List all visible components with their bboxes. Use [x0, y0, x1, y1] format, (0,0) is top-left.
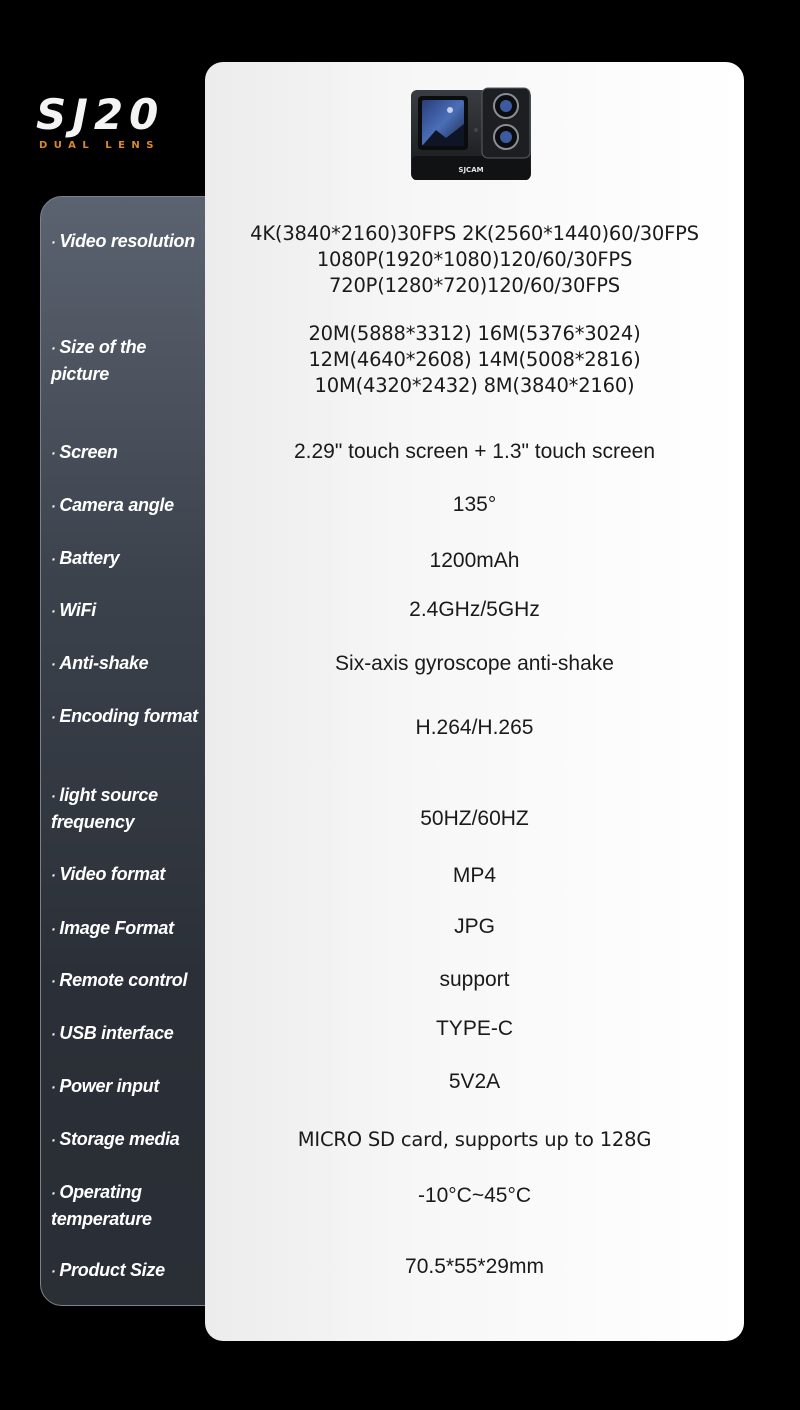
spec-value-wifi: 2.4GHz/5GHz: [409, 598, 540, 621]
spec-value-screen: 2.29" touch screen + 1.3" touch screen: [293, 440, 656, 463]
spec-value-image-format: JPG: [454, 915, 495, 938]
spec-value-remote-control: support: [439, 968, 510, 991]
spec-label-video-format: · Video format: [51, 864, 166, 884]
spec-sheet-page: SJ20 DUAL LENS SJCAM · Video resolution …: [0, 0, 800, 1410]
camera-brand-logo: SJCAM: [458, 166, 483, 174]
spec-value-anti-shake: Six-axis gyroscope anti-shake: [335, 652, 614, 675]
spec-value-picture-size-line1: 20M(5888*3312) 16M(5376*3024): [308, 322, 641, 345]
spec-value-video-format: MP4: [452, 864, 497, 887]
spec-label-remote-control: · Remote control: [51, 970, 188, 990]
model-tagline: DUAL LENS: [39, 140, 160, 151]
spec-value-operating-temperature: -10°C~45°C: [417, 1184, 532, 1207]
spec-label-usb-interface: · USB interface: [51, 1023, 174, 1043]
spec-label-battery: · Battery: [51, 548, 120, 568]
model-name: SJ20: [36, 90, 165, 139]
spec-value-video-resolution-line3: 720P(1280*720)120/60/30FPS: [329, 274, 620, 297]
spec-label-image-format: · Image Format: [51, 918, 174, 938]
spec-label-encoding-format: · Encoding format: [51, 706, 198, 726]
spec-label-picture-size: · Size of the picture: [51, 337, 147, 384]
spec-value-usb-interface: TYPE-C: [435, 1017, 513, 1040]
spec-label-power-input: · Power input: [51, 1076, 160, 1096]
spec-value-product-size: 70.5*55*29mm: [405, 1255, 544, 1278]
spec-value-battery: 1200mAh: [429, 549, 520, 572]
spec-label-light-source-frequency: · light source frequency: [51, 785, 158, 832]
spec-label-product-size: · Product Size: [51, 1260, 165, 1280]
spec-label-screen: · Screen: [51, 442, 118, 462]
spec-label-video-resolution: · Video resolution: [51, 231, 195, 251]
spec-value-picture-size-line2: 12M(4640*2608) 14M(5008*2816): [308, 348, 641, 371]
spec-value-picture-size-line3: 10M(4320*2432) 8M(3840*2160): [314, 374, 635, 397]
spec-value-light-source-frequency: 50HZ/60HZ: [420, 807, 529, 830]
spec-value-encoding-format: H.264/H.265: [415, 716, 534, 739]
brand-logo: SJ20 DUAL LENS: [36, 90, 186, 152]
spec-value-storage-media: MICRO SD card, supports up to 128G: [297, 1128, 652, 1151]
spec-label-wifi: · WiFi: [51, 600, 97, 620]
spec-value-power-input: 5V2A: [448, 1070, 501, 1093]
spec-label-operating-temperature: · Operating temperature: [51, 1182, 152, 1229]
spec-value-video-resolution-line1: 4K(3840*2160)30FPS 2K(2560*1440)60/30FPS: [250, 222, 699, 245]
spec-value-video-resolution-line2: 1080P(1920*1080)120/60/30FPS: [316, 248, 633, 271]
spec-label-storage-media: · Storage media: [51, 1129, 180, 1149]
camera-image: SJCAM: [411, 87, 531, 180]
spec-label-camera-angle: · Camera angle: [51, 495, 174, 515]
spec-value-camera-angle: 135°: [452, 493, 497, 516]
spec-label-anti-shake: · Anti-shake: [51, 653, 149, 673]
